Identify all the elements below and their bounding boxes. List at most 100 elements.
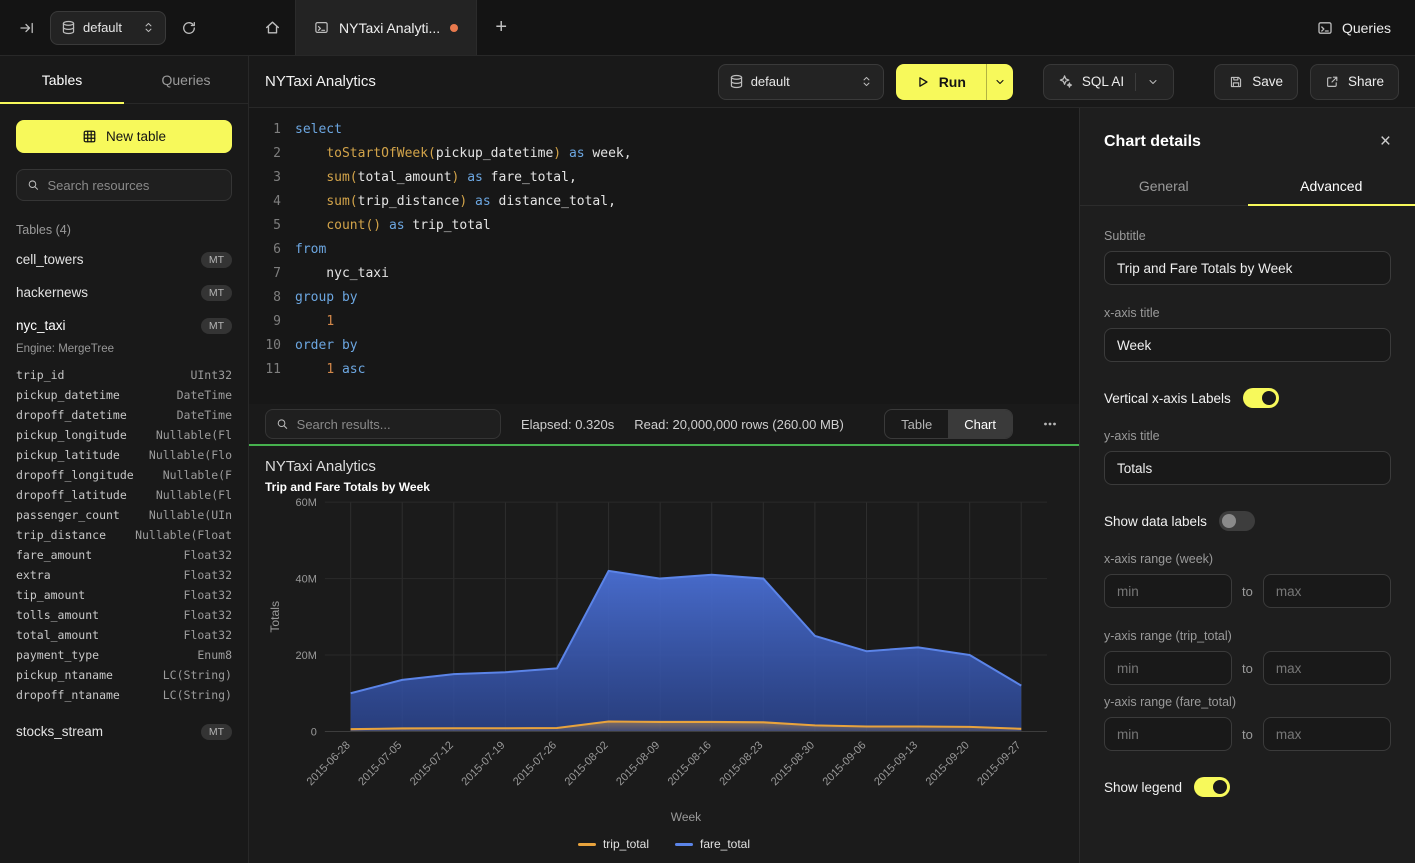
chart-title: NYTaxi Analytics <box>265 458 1063 475</box>
column-row: pickup_datetimeDateTime <box>16 385 232 405</box>
show-legend-toggle[interactable] <box>1194 777 1230 797</box>
refresh-button[interactable] <box>176 15 202 41</box>
yaxis-fare-range-row: to <box>1104 717 1391 751</box>
column-name: pickup_datetime <box>16 388 120 402</box>
header-database-selector[interactable]: default <box>718 64 884 100</box>
save-button-label: Save <box>1252 74 1283 89</box>
topbar-left: default <box>0 0 249 55</box>
svg-text:2015-07-12: 2015-07-12 <box>408 739 456 788</box>
svg-text:0: 0 <box>311 726 317 738</box>
new-table-button[interactable]: New table <box>16 120 232 153</box>
queries-button-label: Queries <box>1342 20 1391 36</box>
table-item-cell_towers[interactable]: cell_towersMT <box>16 243 232 276</box>
column-row: dropoff_ntanameLC(String) <box>16 685 232 705</box>
column-type: Nullable(F <box>163 468 232 482</box>
collapse-sidebar-button[interactable] <box>14 15 40 41</box>
panel-tab-general[interactable]: General <box>1080 167 1248 205</box>
column-type: Enum8 <box>197 648 232 662</box>
legend-item-trip_total[interactable]: trip_total <box>578 837 649 851</box>
save-button[interactable]: Save <box>1214 64 1298 100</box>
run-options-button[interactable] <box>986 64 1013 100</box>
vertical-labels-row: Vertical x-axis Labels <box>1104 388 1391 408</box>
data-labels-toggle[interactable] <box>1219 511 1255 531</box>
table-name: cell_towers <box>16 252 84 267</box>
column-type: Float32 <box>184 568 232 582</box>
column-row: dropoff_longitudeNullable(F <box>16 465 232 485</box>
svg-text:60M: 60M <box>296 497 317 509</box>
table-item-nyc_taxi[interactable]: nyc_taxi MT <box>16 309 232 342</box>
xaxis-title-input[interactable] <box>1104 328 1391 362</box>
share-button[interactable]: Share <box>1310 64 1399 100</box>
sidebar: TablesQueries New table Tables (4) cell_… <box>0 56 249 863</box>
svg-text:2015-09-06: 2015-09-06 <box>821 739 869 788</box>
column-name: tolls_amount <box>16 608 99 622</box>
queries-icon <box>1317 20 1333 36</box>
view-tab-table[interactable]: Table <box>885 410 948 438</box>
column-type: Float32 <box>184 548 232 562</box>
yaxis-trip-max-input[interactable] <box>1263 651 1391 685</box>
sidebar-tab-queries[interactable]: Queries <box>124 56 248 103</box>
query-tab[interactable]: NYTaxi Analyti... <box>295 0 477 55</box>
tables-list: cell_towersMThackernewsMTnyc_taxiMTEngin… <box>0 243 248 863</box>
legend-item-fare_total[interactable]: fare_total <box>675 837 750 851</box>
sidebar-tab-tables[interactable]: Tables <box>0 56 124 103</box>
sparkle-icon <box>1058 74 1073 89</box>
sql-ai-button[interactable]: SQL AI <box>1043 64 1174 100</box>
home-button[interactable] <box>249 0 295 55</box>
subtitle-input[interactable] <box>1104 251 1391 285</box>
column-name: pickup_ntaname <box>16 668 113 682</box>
xaxis-title-label: x-axis title <box>1104 306 1391 320</box>
table-item-hackernews[interactable]: hackernewsMT <box>16 276 232 309</box>
yaxis-trip-range-label: y-axis range (trip_total) <box>1104 629 1391 643</box>
run-button[interactable]: Run <box>896 64 986 100</box>
new-tab-button[interactable]: + <box>477 0 525 55</box>
column-type: Float32 <box>184 588 232 602</box>
column-row: trip_distanceNullable(Float <box>16 525 232 545</box>
column-row: tip_amountFloat32 <box>16 585 232 605</box>
panel-title: Chart details <box>1104 133 1201 151</box>
table-grid-icon <box>82 129 97 144</box>
column-type: Nullable(Fl <box>156 428 232 442</box>
engine-badge: MT <box>201 724 232 740</box>
yaxis-fare-min-input[interactable] <box>1104 717 1232 751</box>
close-panel-button[interactable]: × <box>1380 132 1391 151</box>
svg-text:2015-09-27: 2015-09-27 <box>975 739 1023 788</box>
chart-area: NYTaxi Analytics Trip and Fare Totals by… <box>249 446 1079 863</box>
elapsed-stat: Elapsed: 0.320s <box>521 417 614 432</box>
column-type: LC(String) <box>163 688 232 702</box>
engine-badge: MT <box>201 318 232 334</box>
vertical-labels-toggle[interactable] <box>1243 388 1279 408</box>
more-options-button[interactable] <box>1037 411 1063 437</box>
legend-swatch <box>578 843 596 846</box>
yaxis-title-input[interactable] <box>1104 451 1391 485</box>
xaxis-range-min-input[interactable] <box>1104 574 1232 608</box>
resource-search-input[interactable] <box>48 178 221 193</box>
sql-editor[interactable]: 1234567891011 select toStartOfWeek(picku… <box>249 108 1079 404</box>
table-name: nyc_taxi <box>16 318 66 333</box>
code-line: group by <box>295 286 1079 310</box>
svg-text:Week: Week <box>671 810 702 824</box>
database-icon <box>61 20 76 35</box>
queries-button[interactable]: Queries <box>1317 20 1391 36</box>
column-name: payment_type <box>16 648 99 662</box>
results-search-input[interactable] <box>297 417 490 432</box>
column-name: total_amount <box>16 628 99 642</box>
table-item-stocks_stream[interactable]: stocks_streamMT <box>16 715 232 748</box>
panel-tab-advanced[interactable]: Advanced <box>1248 167 1415 205</box>
yaxis-fare-max-input[interactable] <box>1263 717 1391 751</box>
vertical-labels-label: Vertical x-axis Labels <box>1104 391 1231 406</box>
app-root: default NYTaxi Analyti... + Queries <box>0 0 1415 863</box>
column-name: dropoff_datetime <box>16 408 127 422</box>
ellipsis-icon <box>1042 416 1058 432</box>
column-name: trip_distance <box>16 528 106 542</box>
sidebar-tabs: TablesQueries <box>0 56 248 104</box>
yaxis-trip-min-input[interactable] <box>1104 651 1232 685</box>
view-tab-chart[interactable]: Chart <box>948 410 1012 438</box>
column-row: dropoff_latitudeNullable(Fl <box>16 485 232 505</box>
svg-text:Totals: Totals <box>268 601 282 633</box>
database-selector[interactable]: default <box>50 11 166 45</box>
code-line: sum(trip_distance) as distance_total, <box>295 190 1079 214</box>
table-name: hackernews <box>16 285 88 300</box>
xaxis-range-max-input[interactable] <box>1263 574 1391 608</box>
tables-section-label: Tables (4) <box>16 223 232 237</box>
